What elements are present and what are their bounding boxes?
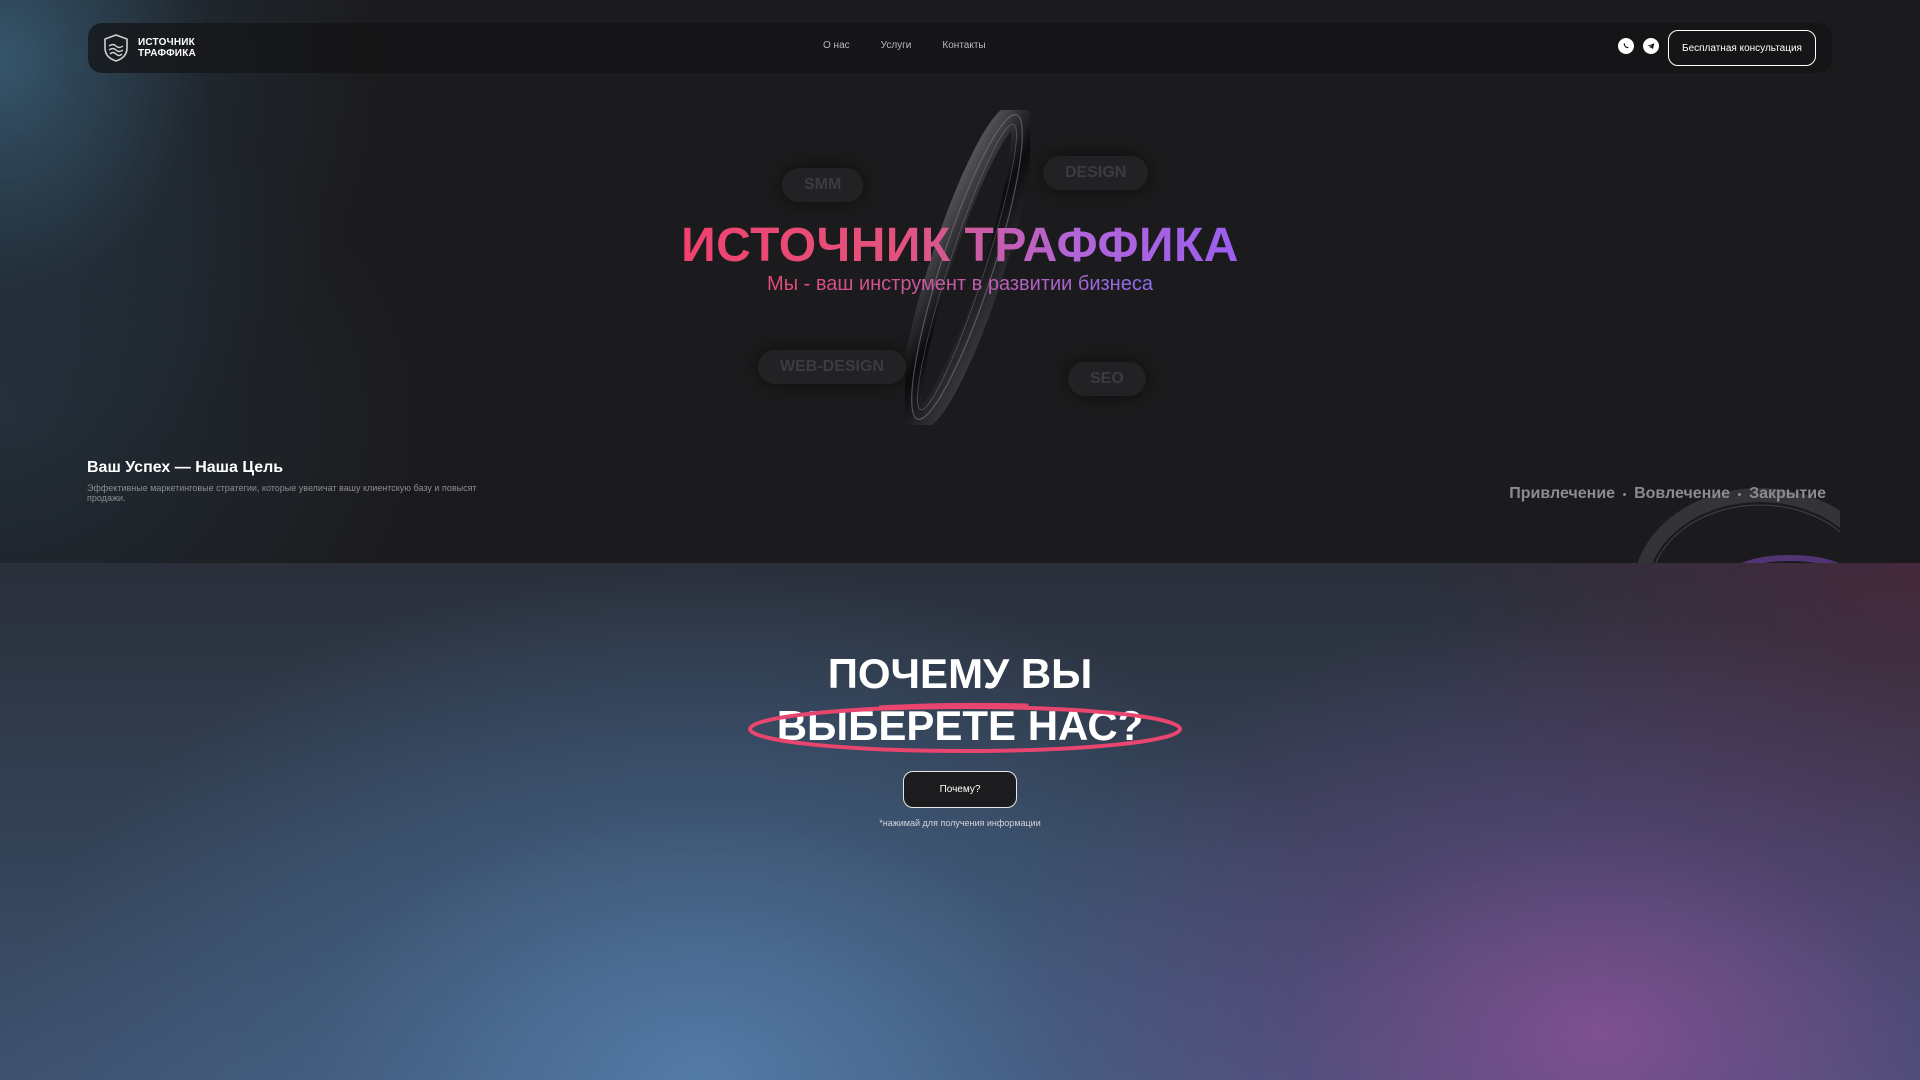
logo-line-1: ИСТОЧНИК	[138, 37, 195, 48]
tag-design: DESIGN	[1043, 156, 1149, 190]
hand-drawn-ellipse-decoration	[748, 702, 1182, 753]
tag-smm: SMM	[782, 168, 864, 202]
step-engagement: Вовлечение	[1634, 485, 1731, 502]
top-navbar: ИСТОЧНИК ТРАФФИКА О нас Услуги Контакты …	[88, 23, 1832, 73]
free-consultation-button[interactable]: Бесплатная консультация	[1668, 30, 1816, 66]
funnel-steps: Привлечение Вовлечение Закрытие	[1509, 485, 1826, 503]
nav-links: О нас Услуги Контакты	[823, 40, 986, 51]
logo-text: ИСТОЧНИК ТРАФФИКА	[138, 37, 196, 59]
tag-web-design: WEB-DESIGN	[758, 350, 906, 384]
hero-section: ИСТОЧНИК ТРАФФИКА О нас Услуги Контакты …	[0, 0, 1920, 563]
corner-ring-graphic	[1637, 488, 1840, 563]
hero-subtitle-text: Мы - ваш инструмент в развитии бизнеса	[767, 273, 1153, 295]
step-attraction: Привлечение	[1509, 485, 1616, 502]
why-us-section: ПОЧЕМУ ВЫ ВЫБЕРЕТЕ НАС? Почему? *нажимай…	[0, 563, 1920, 1080]
hero-subtitle: Мы - ваш инструмент в развитии бизнеса	[0, 273, 1920, 296]
slogan-description: Эффективные маркетинговые стратегии, кот…	[87, 483, 477, 503]
why-button[interactable]: Почему?	[903, 771, 1017, 808]
nav-link-contacts[interactable]: Контакты	[942, 40, 985, 51]
why-note: *нажимай для получения информации	[879, 818, 1041, 828]
social-icons	[1618, 38, 1659, 54]
slogan-heading: Ваш Успех — Наша Цель	[87, 459, 284, 476]
shield-logo-icon	[104, 34, 128, 62]
nav-link-about[interactable]: О нас	[823, 40, 850, 51]
step-separator	[1623, 492, 1627, 496]
logo[interactable]: ИСТОЧНИК ТРАФФИКА	[102, 33, 196, 63]
nav-link-services[interactable]: Услуги	[881, 40, 912, 51]
hero-title: ИСТОЧНИК ТРАФФИКА	[0, 218, 1920, 273]
step-closing: Закрытие	[1749, 485, 1826, 502]
hero-title-text: ИСТОЧНИК ТРАФФИКА	[681, 219, 1239, 272]
telegram-icon[interactable]	[1643, 38, 1659, 54]
step-separator	[1738, 492, 1742, 496]
tag-seo: SEO	[1068, 362, 1146, 396]
logo-line-2: ТРАФФИКА	[138, 48, 196, 59]
whatsapp-icon[interactable]	[1618, 38, 1634, 54]
